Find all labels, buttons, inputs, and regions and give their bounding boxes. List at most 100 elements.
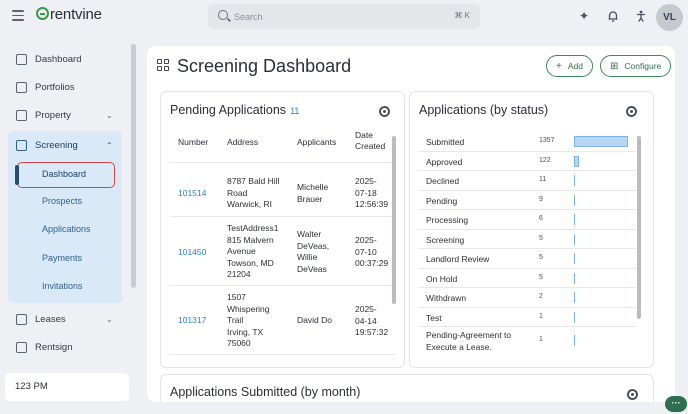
- status-row[interactable]: Submitted 1357: [418, 132, 636, 152]
- address-line: Towson, MD: [227, 257, 274, 268]
- status-bar: [574, 292, 575, 303]
- sidebar-subitem-payments[interactable]: Payments: [42, 253, 82, 263]
- sparkle-icon[interactable]: ✦: [577, 9, 591, 23]
- sidebar-item-property[interactable]: Property ⌄: [16, 105, 113, 125]
- sidebar-subitem-prospects[interactable]: Prospects: [42, 196, 82, 206]
- status-bar: [574, 335, 575, 346]
- accessibility-icon[interactable]: [634, 9, 648, 23]
- divider: [170, 216, 396, 217]
- status-row[interactable]: Pending 9: [418, 191, 636, 210]
- date-line: 2025-: [355, 235, 377, 245]
- sidebar-subitem-applications[interactable]: Applications: [42, 224, 91, 234]
- date-line: 2025-: [355, 304, 377, 314]
- chevron-down-icon: ⌄: [106, 314, 113, 324]
- status-row[interactable]: Processing 6: [418, 210, 636, 230]
- status-label: Landlord Review: [426, 254, 490, 264]
- status-row[interactable]: Landlord Review 5: [418, 249, 636, 269]
- search-input[interactable]: [234, 8, 434, 25]
- applicant-line: DeVeas: [297, 263, 327, 274]
- search-shortcut: ⌘ K: [454, 11, 470, 20]
- brand-logo[interactable]: rentvine: [36, 6, 102, 23]
- divider: [170, 162, 396, 163]
- column-header-number[interactable]: Number: [178, 137, 208, 148]
- sidebar-subitem-invitations[interactable]: Invitations: [42, 281, 83, 291]
- portfolios-icon: [16, 81, 27, 93]
- status-bar: [574, 233, 575, 245]
- status-row[interactable]: Approved 122: [418, 152, 636, 171]
- status-count: 1: [539, 336, 543, 343]
- status-count: 122: [539, 156, 551, 164]
- sidebar-item-label: Screening: [35, 139, 78, 151]
- sidebar-item-dashboard[interactable]: Dashboard: [16, 49, 81, 69]
- column-header-applicants[interactable]: Applicants: [297, 137, 336, 148]
- sidebar-item-screening[interactable]: Screening ⌃: [16, 135, 113, 155]
- sidebar-item-leases[interactable]: Leases ⌄: [16, 309, 113, 329]
- applicant-line: David Do: [297, 315, 332, 325]
- status-label: Withdrawn: [426, 293, 467, 303]
- status-scrollbar[interactable]: [637, 136, 641, 319]
- configure-button[interactable]: ⊞ Configure: [600, 55, 672, 77]
- applicant-line: Brauer: [297, 193, 323, 204]
- pending-title: Pending Applications 11: [170, 103, 299, 117]
- status-label: Submitted: [426, 137, 465, 147]
- status-bar: [574, 155, 579, 167]
- status-row[interactable]: On Hold 5: [418, 269, 636, 288]
- search-bar[interactable]: ⌘ K: [208, 4, 480, 29]
- status-bar: [574, 311, 575, 323]
- plus-icon: +: [556, 60, 562, 72]
- dashboard-icon: [16, 53, 27, 65]
- status-label: Screening: [426, 234, 465, 245]
- chevron-down-icon: ⌄: [106, 110, 113, 120]
- status-label: Pending-Agreement to Execute a Lease.: [426, 330, 512, 352]
- address-line: 21204: [227, 269, 251, 279]
- address-line: Trail: [227, 315, 244, 325]
- user-avatar[interactable]: VL: [656, 4, 683, 31]
- address-line: Whispering: [227, 303, 270, 314]
- date-line: 2025-: [355, 176, 377, 186]
- status-row[interactable]: Withdrawn 2: [418, 288, 636, 308]
- sidebar-item-label: Rentsign: [35, 341, 73, 353]
- address-line: TestAddress1: [227, 223, 279, 233]
- status-row[interactable]: Screening 5: [418, 230, 636, 249]
- top-bar: rentvine ⌘ K ✦ VL: [0, 0, 688, 34]
- status-bar: [574, 136, 628, 147]
- sidebar-item-label: Property: [35, 109, 71, 121]
- application-number-link[interactable]: 101514: [178, 188, 206, 200]
- add-button[interactable]: + Add: [546, 55, 593, 77]
- sidebar-item-portfolios[interactable]: Portfolios: [16, 77, 75, 97]
- applications-by-status-card: Applications (by status) Submitted 1357 Ap…: [409, 91, 654, 368]
- status-row[interactable]: Pending-Agreement to Execute a Lease. 1: [418, 327, 636, 355]
- sidebar-scrollbar[interactable]: [131, 44, 136, 288]
- sidebar-item-rentsign[interactable]: Rentsign: [16, 337, 73, 357]
- address-line: 815 Malvern: [227, 234, 274, 245]
- column-header-address[interactable]: Address: [227, 137, 258, 148]
- chat-icon[interactable]: ···: [665, 396, 687, 412]
- address-line: Warwick, RI: [227, 199, 273, 209]
- applicant-line: Michelle: [297, 182, 329, 192]
- status-count: 5: [539, 234, 543, 242]
- sidebar-subitem-dashboard[interactable]: Dashboard: [15, 162, 115, 188]
- page-title: Screening Dashboard: [177, 56, 352, 76]
- gear-icon[interactable]: [627, 389, 638, 400]
- menu-icon[interactable]: [12, 10, 24, 22]
- bell-icon[interactable]: [606, 9, 620, 23]
- table-vertical-scrollbar[interactable]: [392, 136, 396, 304]
- status-row[interactable]: Test 1: [418, 308, 636, 327]
- application-number-link[interactable]: 101317: [178, 315, 206, 327]
- add-button-label: Add: [567, 61, 583, 71]
- status-label: On Hold: [426, 273, 458, 284]
- sidebar: Dashboard Portfolios Property ⌄ Screenin…: [0, 38, 137, 368]
- table-cell-applicants: Walter DeVeas, Willie DeVeas: [297, 229, 329, 275]
- pending-applications-card: Pending Applications 11 Number Address Ap…: [160, 91, 405, 402]
- status-count: 2: [539, 293, 543, 300]
- gear-icon[interactable]: [379, 106, 390, 117]
- column-header-date-created[interactable]: Date Created: [355, 130, 390, 152]
- status-bar: [574, 175, 575, 186]
- sidebar-item-label: Portfolios: [35, 81, 75, 93]
- grid-icon: [157, 59, 170, 72]
- applicant-line: Willie: [297, 252, 318, 262]
- status-row[interactable]: Declined 11: [418, 171, 636, 191]
- application-number-link[interactable]: 101450: [178, 247, 206, 259]
- gear-icon[interactable]: [626, 106, 637, 117]
- logo-icon: [36, 7, 49, 20]
